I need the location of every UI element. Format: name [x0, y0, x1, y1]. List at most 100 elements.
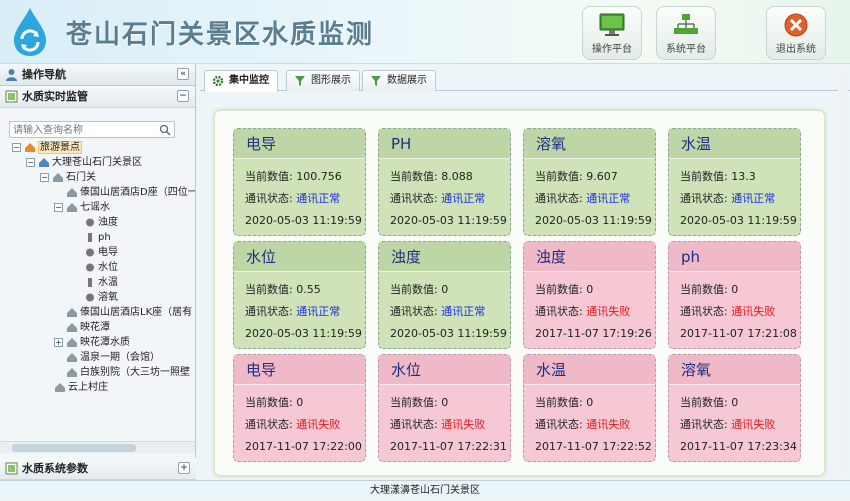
app-title: 苍山石门关景区水质监测: [66, 20, 375, 50]
operation-platform-button[interactable]: 操作平台: [582, 6, 642, 60]
current-value: 0: [731, 283, 739, 296]
home-icon: [39, 157, 49, 167]
building-icon: [53, 172, 63, 182]
tree-node[interactable]: + 映花潭水质: [54, 335, 130, 350]
tab-data-display[interactable]: 数据展示: [362, 70, 436, 91]
search-icon[interactable]: [159, 124, 171, 136]
tree-node[interactable]: 浊度: [84, 215, 118, 230]
app-header: 苍山石门关景区水质监测 操作平台 系统平台 退出系统: [0, 0, 850, 64]
tree-toggle[interactable]: +: [54, 337, 63, 347]
timestamp: 2017-11-07 17:23:34: [680, 440, 797, 453]
building-icon: [67, 367, 77, 377]
expand-section-button[interactable]: +: [178, 462, 190, 474]
monitor-panel: 电导 当前数值: 100.756 通讯状态: 通讯正常 2020-05-03 11:1…: [214, 110, 825, 476]
sensor-name: 水温: [524, 355, 655, 385]
tree-node[interactable]: 水温: [84, 275, 118, 290]
sensor-card[interactable]: 水位 当前数值: 0 通讯状态: 通讯失败 2017-11-07 17:22:31: [378, 354, 511, 462]
status-text: 通讯失败: [441, 418, 486, 431]
sensor-icon: [86, 263, 94, 271]
tree-horizontal-scrollbar[interactable]: [0, 441, 195, 453]
tree-node[interactable]: − 大理苍山石门关景区: [26, 155, 142, 170]
main-vertical-scrollbar[interactable]: [838, 68, 848, 476]
exit-icon: [784, 13, 808, 37]
sensor-card[interactable]: ph 当前数值: 0 通讯状态: 通讯失败 2017-11-07 17:21:08: [668, 241, 801, 349]
current-value: 0: [441, 283, 449, 296]
sensor-name: 电导: [234, 355, 365, 385]
tree-node[interactable]: 云上村庄: [54, 380, 108, 395]
sensor-card[interactable]: PH 当前数值: 8.088 通讯状态: 通讯正常 2020-05-03 11:19:…: [378, 128, 511, 236]
tree-node[interactable]: 温泉一期（会馆）: [66, 350, 160, 365]
current-value: 0: [296, 396, 304, 409]
sensor-card[interactable]: 浊度 当前数值: 0 通讯状态: 通讯正常 2020-05-03 11:19:59: [378, 241, 511, 349]
sensor-card[interactable]: 水位 当前数值: 0.55 通讯状态: 通讯正常 2020-05-03 11:19:5…: [233, 241, 366, 349]
tree-node[interactable]: 傣国山居酒店D座（四位一: [66, 185, 195, 200]
sensor-card[interactable]: 水温 当前数值: 0 通讯状态: 通讯失败 2017-11-07 17:22:52: [523, 354, 656, 462]
tree-search-input[interactable]: [10, 123, 156, 138]
sensor-card[interactable]: 水温 当前数值: 13.3 通讯状态: 通讯正常 2020-05-03 11:19:5…: [668, 128, 801, 236]
tree-node[interactable]: − 旅游景点: [12, 140, 82, 155]
sensor-card[interactable]: 浊度 当前数值: 0 通讯状态: 通讯失败 2017-11-07 17:19:26: [523, 241, 656, 349]
timestamp: 2017-11-07 17:22:52: [535, 440, 652, 453]
sidebar-nav-header: 操作导航 «: [0, 64, 195, 86]
sensor-card[interactable]: 电导 当前数值: 100.756 通讯状态: 通讯正常 2020-05-03 11:1…: [233, 128, 366, 236]
sidebar-section-params[interactable]: 水质系统参数 +: [0, 458, 196, 480]
current-value: 0: [731, 396, 739, 409]
timestamp: 2020-05-03 11:19:59: [245, 327, 362, 340]
current-value-row: 当前数值: 8.088: [390, 170, 473, 183]
tree-node[interactable]: 水位: [84, 260, 118, 275]
sensor-name: 电导: [234, 129, 365, 159]
collapse-sidebar-button[interactable]: «: [177, 68, 189, 80]
tree-toggle[interactable]: −: [26, 157, 35, 167]
tree-toggle[interactable]: −: [54, 202, 63, 212]
building-icon: [67, 352, 77, 362]
current-value: 9.607: [586, 170, 618, 183]
current-value-row: 当前数值: 100.756: [245, 170, 342, 183]
tree-node[interactable]: 映花潭: [66, 320, 110, 335]
system-platform-button[interactable]: 系统平台: [656, 6, 716, 60]
status-text: 通讯正常: [441, 305, 486, 318]
tree-node[interactable]: 电导: [84, 245, 118, 260]
main-content: 集中监控 图形展示 数据展示 电导 当前数值: 100.756 通讯状态: 通讯正常…: [200, 64, 850, 480]
status-row: 通讯状态: 通讯失败: [680, 418, 776, 431]
sensor-icon: [86, 293, 94, 301]
collapse-section-button[interactable]: −: [177, 90, 189, 102]
house-icon: [25, 142, 35, 152]
current-value-row: 当前数值: 0: [390, 396, 449, 409]
tree-toggle[interactable]: −: [12, 142, 21, 152]
sensor-name: 浊度: [524, 242, 655, 272]
sensor-name: 水温: [669, 129, 800, 159]
current-value: 13.3: [731, 170, 756, 183]
exit-system-button[interactable]: 退出系统: [766, 6, 826, 60]
sidebar-section-title: 水质实时监管: [22, 90, 88, 103]
tree-node[interactable]: 溶氧: [84, 290, 118, 305]
timestamp: 2020-05-03 11:19:59: [680, 214, 797, 227]
sensor-icon: [88, 232, 92, 242]
tree-node[interactable]: 傣国山居酒店LK座（居有: [66, 305, 192, 320]
tab-bar: 集中监控 图形展示 数据展示: [200, 68, 850, 92]
sensor-card[interactable]: 溶氧 当前数值: 9.607 通讯状态: 通讯正常 2020-05-03 11:19:…: [523, 128, 656, 236]
building-icon: [55, 382, 65, 392]
tree-toggle[interactable]: −: [40, 172, 49, 182]
tree-node[interactable]: ph: [84, 230, 111, 245]
tree-node[interactable]: − 七谣水: [54, 200, 110, 215]
status-row: 通讯状态: 通讯失败: [390, 418, 486, 431]
current-value: 0.55: [296, 283, 321, 296]
status-row: 通讯状态: 通讯失败: [535, 305, 631, 318]
tab-graph-display[interactable]: 图形展示: [286, 70, 360, 91]
status-text: 通讯失败: [586, 418, 631, 431]
scrollbar-thumb[interactable]: [12, 444, 136, 452]
tab-central-monitor[interactable]: 集中监控: [204, 70, 278, 92]
tree-node[interactable]: 白族别院（大三坊一照壁: [66, 365, 190, 380]
status-row: 通讯状态: 通讯失败: [535, 418, 631, 431]
status-text: 通讯失败: [586, 305, 631, 318]
status-text: 通讯失败: [731, 305, 776, 318]
current-value-row: 当前数值: 0: [535, 283, 594, 296]
sidebar-section-realtime[interactable]: 水质实时监管 −: [0, 86, 195, 108]
sidebar: 操作导航 « 水质实时监管 − −旅游景点 −大理苍山石门关景区 −石门关 傣国…: [0, 64, 196, 480]
current-value: 0: [586, 283, 594, 296]
tree-node[interactable]: − 石门关: [40, 170, 96, 185]
sensor-card[interactable]: 溶氧 当前数值: 0 通讯状态: 通讯失败 2017-11-07 17:23:34: [668, 354, 801, 462]
sensor-card[interactable]: 电导 当前数值: 0 通讯状态: 通讯失败 2017-11-07 17:22:00: [233, 354, 366, 462]
current-value-row: 当前数值: 0: [390, 283, 449, 296]
current-value-row: 当前数值: 0: [680, 396, 739, 409]
